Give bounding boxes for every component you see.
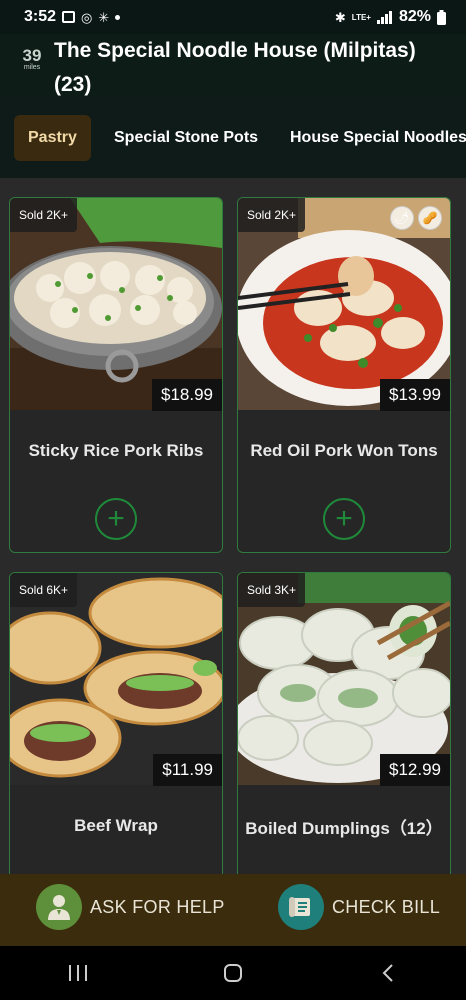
tab-house-special-noodles[interactable]: House Special Noodles & bbox=[276, 115, 466, 161]
tab-pastry[interactable]: Pastry bbox=[14, 115, 91, 161]
add-to-cart-button[interactable]: + bbox=[95, 498, 137, 540]
battery-percent: 82% bbox=[398, 8, 431, 25]
peanut-icon: 🥜 bbox=[418, 206, 442, 230]
sold-count-badge: Sold 2K+ bbox=[10, 198, 78, 232]
ask-for-help-button[interactable]: ASK FOR HELP bbox=[36, 884, 225, 930]
price-tag: $13.99 bbox=[380, 379, 450, 411]
waiter-icon bbox=[36, 884, 82, 930]
home-icon[interactable] bbox=[203, 953, 263, 993]
price-tag: $11.99 bbox=[153, 754, 222, 786]
item-name: Sticky Rice Pork Ribs bbox=[28, 441, 204, 460]
item-name: Boiled Dumplings（12） bbox=[245, 818, 443, 838]
sold-count-badge: Sold 6K+ bbox=[10, 573, 78, 607]
bluetooth-icon: ✱ bbox=[334, 9, 346, 25]
restaurant-logo: 39 miles bbox=[12, 46, 52, 72]
tab-special-stone-pots[interactable]: Special Stone Pots bbox=[100, 115, 272, 161]
status-left: 3:52 ◎ ✳ bbox=[24, 8, 121, 26]
dietary-badges: 🌶 🥜 bbox=[390, 206, 442, 230]
status-bar: 3:52 ◎ ✳ ✱ LTE+ 82% bbox=[0, 0, 466, 34]
app-notification-icon: ✳ bbox=[98, 9, 110, 25]
more-notifications-icon bbox=[115, 14, 121, 20]
gallery-notification-icon bbox=[62, 11, 76, 23]
signal-icon bbox=[376, 11, 392, 24]
check-bill-button[interactable]: CHECK BILL bbox=[278, 884, 440, 930]
restaurant-header: 39 miles The Special Noodle House (Milpi… bbox=[0, 34, 466, 98]
sold-count-badge: Sold 3K+ bbox=[238, 573, 306, 607]
item-name: Beef Wrap bbox=[74, 816, 158, 835]
logo-number: 39 bbox=[22, 46, 42, 65]
menu-grid: Sold 2K+ $18.99 Sticky Rice Pork Ribs + bbox=[0, 178, 466, 874]
back-icon[interactable] bbox=[358, 953, 418, 993]
price-tag: $12.99 bbox=[380, 754, 450, 786]
sold-count-badge: Sold 2K+ bbox=[238, 198, 306, 232]
menu-item-card[interactable]: Sold 3K+ $12.99 Boiled Dumplings（12） bbox=[237, 572, 451, 874]
battery-icon bbox=[437, 9, 446, 25]
status-right: ✱ LTE+ 82% bbox=[335, 8, 446, 26]
menu-item-card[interactable]: Sold 6K+ $11.99 Beef Wrap bbox=[9, 572, 223, 874]
system-nav-bar bbox=[0, 946, 466, 1000]
recent-apps-icon[interactable] bbox=[48, 953, 108, 993]
status-time: 3:52 bbox=[24, 8, 57, 25]
item-name: Red Oil Pork Won Tons bbox=[250, 441, 438, 460]
check-bill-label: CHECK BILL bbox=[332, 896, 441, 917]
category-tabs: Pastry Special Stone Pots House Special … bbox=[0, 98, 466, 178]
menu-item-card[interactable]: Sold 2K+ $18.99 Sticky Rice Pork Ribs + bbox=[9, 197, 223, 553]
bill-icon bbox=[278, 884, 324, 930]
whatsapp-notification-icon: ◎ bbox=[81, 9, 93, 25]
logo-sub: miles bbox=[23, 64, 41, 71]
bottom-action-bar: ASK FOR HELP CHECK BILL bbox=[0, 874, 466, 946]
price-tag: $18.99 bbox=[152, 379, 222, 411]
chili-icon: 🌶 bbox=[390, 206, 414, 230]
network-type: LTE+ bbox=[351, 12, 371, 22]
ask-for-help-label: ASK FOR HELP bbox=[90, 896, 225, 917]
restaurant-title: The Special Noodle House (Milpitas) (23) bbox=[54, 39, 416, 96]
menu-item-card[interactable]: Sold 2K+ 🌶 🥜 $13.99 Red Oil Pork Won Ton… bbox=[237, 197, 451, 553]
add-to-cart-button[interactable]: + bbox=[323, 498, 365, 540]
